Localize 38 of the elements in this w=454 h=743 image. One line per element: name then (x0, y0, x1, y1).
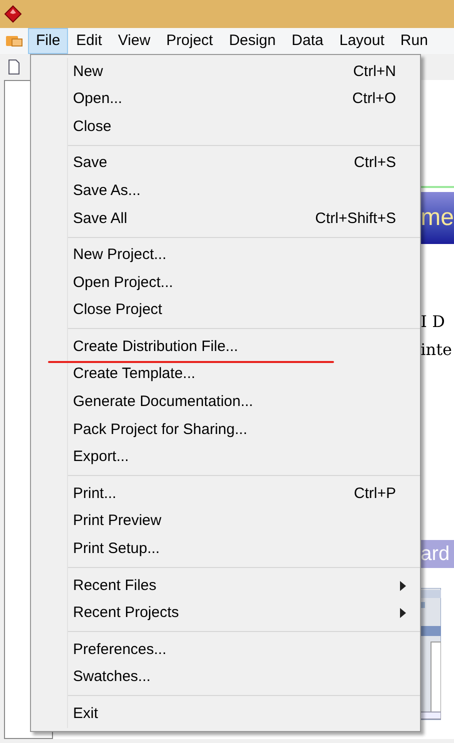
menu-entry[interactable]: Preferences... (68, 636, 420, 664)
menu-entry[interactable]: New Ctrl+N (68, 58, 420, 86)
menu-entry[interactable]: Print Setup... (68, 536, 420, 564)
menu-item[interactable]: Design (220, 28, 284, 54)
menu-item[interactable]: Layout (331, 28, 392, 54)
shortcut-text: Ctrl+P (354, 484, 397, 504)
menu-entry[interactable]: Open Project... (68, 269, 420, 297)
shortcut-text: Ctrl+S (354, 153, 397, 174)
shortcut-text: Ctrl+Shift+S (315, 208, 397, 229)
menu-entry[interactable]: Save Ctrl+S (68, 150, 420, 178)
menu-entry[interactable]: Pack Project for Sharing... (68, 416, 420, 444)
menu-entry[interactable]: Save As... (68, 177, 420, 205)
menu-item[interactable]: File (28, 28, 68, 54)
menu-entry[interactable]: Print Preview (68, 508, 420, 536)
document-text: inte (420, 339, 452, 361)
menu-item[interactable]: Project (158, 28, 221, 54)
menu-entry[interactable]: Open... Ctrl+O (68, 86, 420, 114)
menu-entry[interactable]: Recent Files (68, 572, 420, 600)
document-text: I D (420, 311, 445, 333)
menu-entry[interactable]: Close (68, 113, 420, 141)
menu-entry[interactable]: Create Distribution File... (68, 333, 420, 361)
menu-item[interactable]: View (110, 28, 158, 54)
banner-text: me (420, 203, 454, 233)
menu-entry[interactable]: Export... (68, 444, 420, 472)
menu-entry[interactable]: Generate Documentation... (68, 388, 420, 416)
menu-entry[interactable]: Save All Ctrl+Shift+S (68, 204, 420, 233)
shortcut-text: Ctrl+N (353, 62, 397, 82)
menu-item[interactable]: Run (392, 28, 436, 54)
menu-item[interactable]: Data (284, 28, 332, 54)
menu-entry[interactable]: Close Project (68, 296, 420, 324)
menu-entry[interactable]: Swatches... (68, 664, 420, 692)
menu-entry[interactable]: Recent Projects (68, 600, 420, 628)
menu-entry[interactable]: Exit (68, 700, 420, 728)
menu-entry[interactable]: New Project... (68, 242, 420, 270)
menu-entry[interactable]: Print... Ctrl+P (68, 480, 420, 508)
menu-entry[interactable]: Create Template... (68, 360, 420, 389)
shortcut-text: Ctrl+O (352, 89, 397, 110)
menu-item[interactable]: Edit (68, 28, 110, 54)
